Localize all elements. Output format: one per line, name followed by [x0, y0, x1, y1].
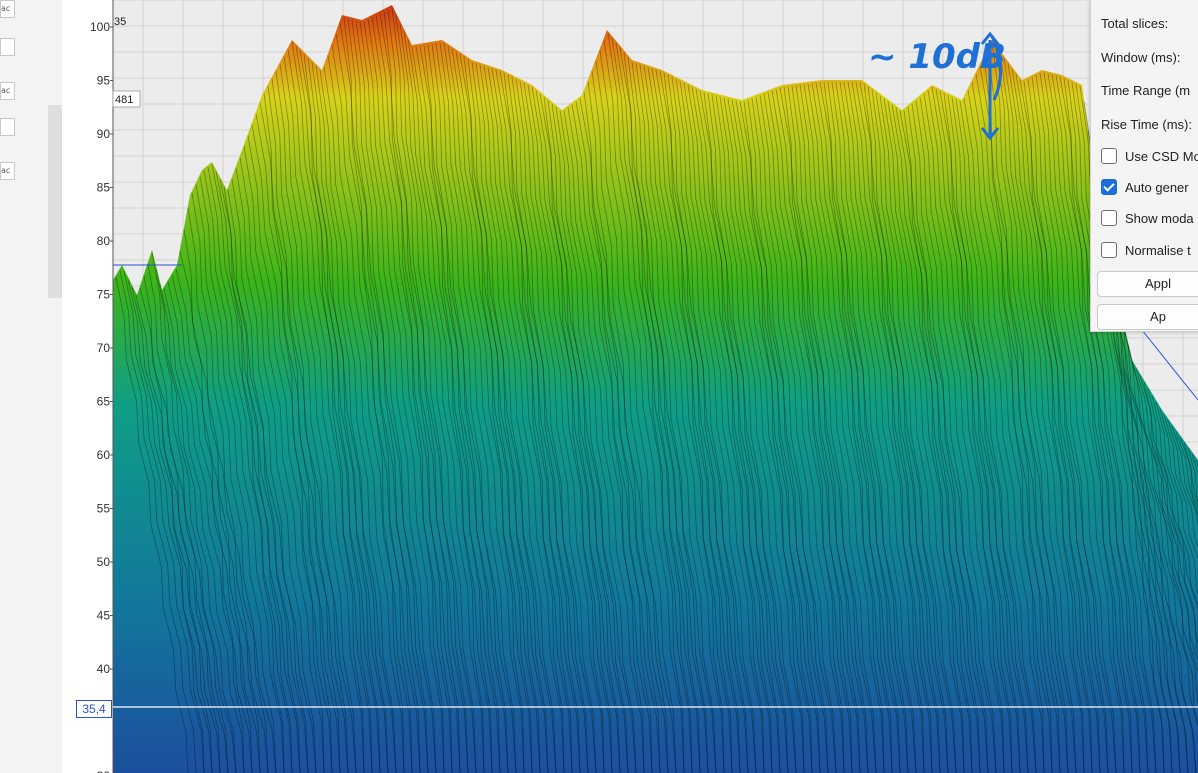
left-item-4[interactable] [0, 118, 15, 136]
y-tick-label: 40 [97, 662, 111, 676]
show-modal-checkbox[interactable] [1101, 210, 1117, 226]
total-slices-label: Total slices: [1101, 16, 1169, 31]
auto-generate-label: Auto gener [1125, 180, 1189, 195]
annotation-text: ~ 10dB [868, 37, 1006, 77]
y-tick-label: 80 [97, 234, 111, 248]
waterfall-plot-area[interactable]: 100 95 90 85 80 75 70 65 60 55 50 45 40 30 35 481 ~ 1… [62, 0, 1198, 773]
y-tick-label: 65 [97, 395, 111, 409]
y-tick-label: 55 [97, 502, 111, 516]
settings-panel: Total slices: Window (ms): Time Range (m… [1090, 0, 1198, 332]
marker-second-label: 481 [115, 94, 133, 106]
left-item-5[interactable]: ac [0, 162, 15, 180]
window-label: Window (ms): [1101, 50, 1181, 65]
surface-fill [113, 5, 1198, 773]
left-scrollbar[interactable] [48, 105, 62, 298]
rise-time-label: Rise Time (ms): [1101, 117, 1192, 132]
y-tick-label: 85 [97, 181, 111, 195]
normalise-checkbox[interactable] [1101, 242, 1117, 258]
y-tick-label: 30 [97, 769, 111, 773]
cursor-value-box: 35,4 [76, 700, 112, 718]
left-item-3[interactable]: ac [0, 82, 15, 100]
left-sidebar: ac ac ac [0, 0, 62, 773]
show-modal-label: Show moda [1125, 211, 1194, 226]
y-tick-label: 70 [97, 341, 111, 355]
y-tick-label: 95 [97, 74, 111, 88]
time-range-label: Time Range (m [1101, 83, 1191, 98]
use-csd-label: Use CSD Mo [1125, 149, 1198, 164]
waterfall-surface [113, 5, 1198, 773]
left-item-2[interactable] [0, 38, 15, 56]
use-csd-checkbox[interactable] [1101, 148, 1117, 164]
marker-top-label: 35 [114, 16, 126, 28]
left-item-1[interactable]: ac [0, 0, 15, 18]
apply-button[interactable]: Appl [1097, 271, 1198, 297]
y-tick-label: 45 [97, 609, 111, 623]
y-tick-label: 50 [97, 555, 111, 569]
apply-all-button[interactable]: Ap [1097, 304, 1198, 330]
y-tick-label: 60 [97, 448, 111, 462]
waterfall-svg: 100 95 90 85 80 75 70 65 60 55 50 45 40 30 35 481 ~ 1… [90, 0, 1198, 773]
y-tick-label: 75 [97, 288, 111, 302]
y-axis-ticks: 100 95 90 85 80 75 70 65 60 55 50 45 40 30 [90, 20, 113, 773]
normalise-label: Normalise t [1125, 243, 1191, 258]
auto-generate-checkbox[interactable] [1101, 179, 1117, 195]
y-tick-label: 100 [90, 20, 110, 34]
y-tick-label: 90 [97, 127, 111, 141]
